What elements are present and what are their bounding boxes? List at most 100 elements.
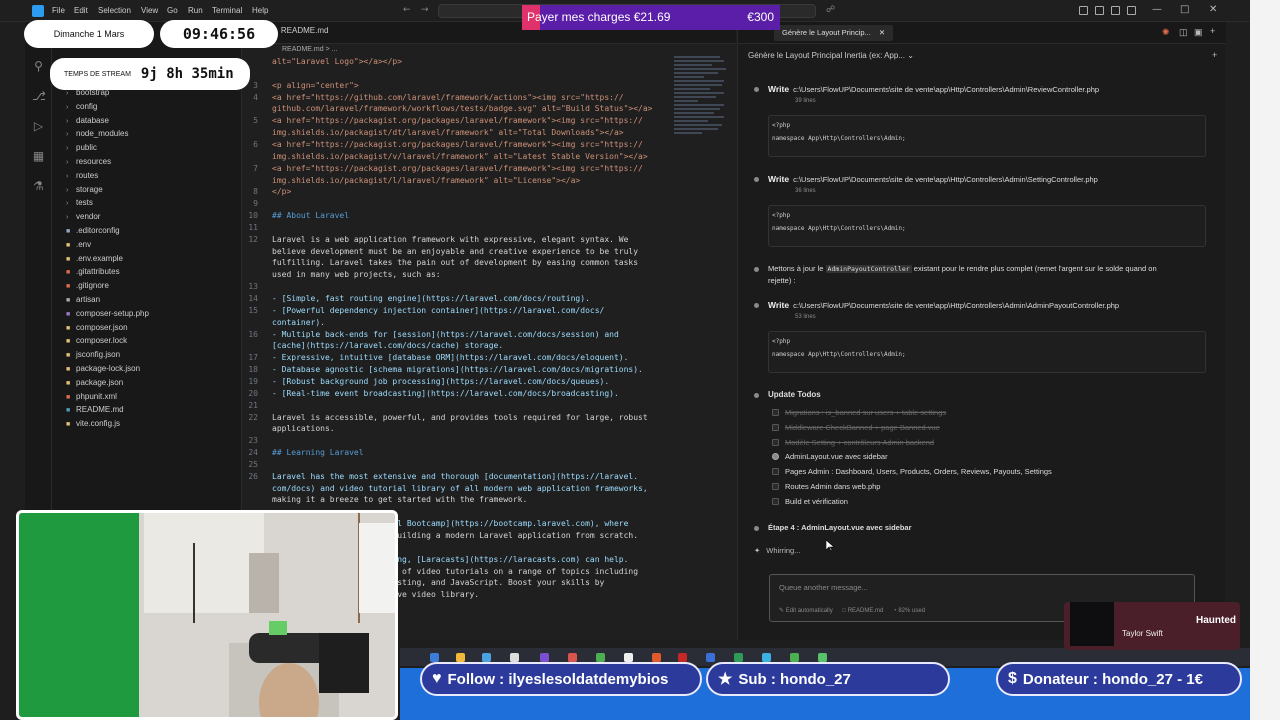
- todo-item[interactable]: Modèle Setting + contrôleurs Admin backe…: [772, 438, 934, 447]
- testing-icon[interactable]: ⚗: [32, 180, 45, 193]
- explorer-folder[interactable]: › tests: [52, 196, 242, 209]
- todo-item[interactable]: AdminLayout.vue avec sidebar: [772, 452, 888, 461]
- code-line[interactable]: 20 - [Real-time event broadcasting](https…: [242, 388, 672, 400]
- code-line[interactable]: 3 <p align="center">: [242, 80, 672, 92]
- explorer-folder[interactable]: › resources: [52, 155, 242, 168]
- code-line[interactable]: 17 - Expressive, intuitive [database ORM]…: [242, 352, 672, 364]
- explorer-file[interactable]: ■ composer.json: [52, 321, 242, 334]
- checkbox-icon[interactable]: [772, 409, 779, 416]
- explorer-file[interactable]: ■ artisan: [52, 293, 242, 306]
- taskbar-app-icon[interactable]: [734, 653, 743, 662]
- code-line[interactable]: fulfilling. Laravel takes the pain out o…: [242, 257, 672, 269]
- explorer-file[interactable]: ■ README.md: [52, 403, 242, 416]
- explorer-file[interactable]: ■ .editorconfig: [52, 224, 242, 237]
- layout-customize-icon[interactable]: [1079, 6, 1088, 15]
- explorer-folder[interactable]: › routes: [52, 169, 242, 182]
- todo-item[interactable]: Middleware CheckBanned + page Banned.vue: [772, 423, 940, 432]
- taskbar-app-icon[interactable]: [596, 653, 605, 662]
- explorer-file[interactable]: ■ jsconfig.json: [52, 348, 242, 361]
- code-line[interactable]: 11: [242, 222, 672, 234]
- spark-icon[interactable]: ✺: [1162, 27, 1170, 38]
- code-line[interactable]: img.shields.io/packagist/l/laravel/frame…: [242, 175, 672, 187]
- code-line[interactable]: applications.: [242, 423, 672, 435]
- extensions-icon[interactable]: ▦: [32, 150, 45, 163]
- explorer-folder[interactable]: › public: [52, 141, 242, 154]
- code-line[interactable]: 15 - [Powerful dependency injection conta…: [242, 305, 672, 317]
- menu-help[interactable]: Help: [252, 6, 268, 15]
- taskbar-app-icon[interactable]: [568, 653, 577, 662]
- explorer-file[interactable]: ■ package-lock.json: [52, 362, 242, 375]
- menu-run[interactable]: Run: [188, 6, 203, 15]
- edit-mode-icon[interactable]: ✎: [779, 608, 784, 614]
- code-line[interactable]: 18 - Database agnostic [schema migrations…: [242, 364, 672, 376]
- write-title-1[interactable]: Write c:\Users\FlowUP\Documents\site de v…: [768, 84, 1099, 94]
- menu-selection[interactable]: Selection: [98, 6, 131, 15]
- code-line[interactable]: 21: [242, 400, 672, 412]
- explorer-folder[interactable]: › node_modules: [52, 127, 242, 140]
- menu-go[interactable]: Go: [167, 6, 178, 15]
- minimap[interactable]: [674, 54, 728, 214]
- code-line[interactable]: img.shields.io/packagist/v/laravel/frame…: [242, 151, 672, 163]
- code-line[interactable]: 6 <a href="https://packagist.org/packages…: [242, 139, 672, 151]
- menu-terminal[interactable]: Terminal: [212, 6, 242, 15]
- file-context-label[interactable]: README.md: [848, 608, 884, 614]
- code-line[interactable]: 26 Laravel has the most extensive and tho…: [242, 471, 672, 483]
- checkbox-icon[interactable]: [772, 497, 779, 505]
- add-chat-icon[interactable]: +: [1210, 26, 1215, 36]
- explorer-folder[interactable]: › config: [52, 100, 242, 113]
- code-line[interactable]: 24 ## Learning Laravel: [242, 447, 672, 459]
- explorer-file[interactable]: ■ vite.config.js: [52, 417, 242, 430]
- chat-tab-active[interactable]: Génère le Layout Princip... ✕: [774, 25, 894, 41]
- minimize-icon[interactable]: —: [1152, 4, 1162, 15]
- code-line[interactable]: 9: [242, 198, 672, 210]
- close-tab-icon[interactable]: ✕: [879, 28, 885, 37]
- code-line[interactable]: 23: [242, 435, 672, 447]
- todo-item[interactable]: Migrations : is_banned sur users + table…: [772, 408, 946, 417]
- code-line[interactable]: 22 Laravel is accessible, powerful, and p…: [242, 412, 672, 424]
- code-line[interactable]: [242, 68, 672, 80]
- taskbar-app-icon[interactable]: [818, 653, 827, 662]
- code-line[interactable]: 8 </p>: [242, 186, 672, 198]
- explorer-file[interactable]: ■ package.json: [52, 376, 242, 389]
- checkbox-icon[interactable]: [772, 468, 779, 476]
- taskbar-app-icon[interactable]: [540, 653, 549, 662]
- code-line[interactable]: 19 - [Robust background job processing](h…: [242, 376, 672, 388]
- explorer-file[interactable]: ■ composer-setup.php: [52, 307, 242, 320]
- run-debug-icon[interactable]: ▷: [32, 120, 45, 133]
- split-icon[interactable]: ◫: [1179, 27, 1188, 38]
- breadcrumb[interactable]: README.md > ...: [282, 46, 337, 53]
- toggle-secondary-sidebar-icon[interactable]: [1127, 6, 1136, 15]
- chat-input-placeholder[interactable]: Queue another message...: [779, 583, 868, 592]
- taskbar-app-icon[interactable]: [790, 653, 799, 662]
- explorer-folder[interactable]: › vendor: [52, 210, 242, 223]
- checkbox-icon[interactable]: [772, 438, 779, 446]
- code-line[interactable]: container).: [242, 317, 672, 329]
- code-line[interactable]: 7 <a href="https://packagist.org/packages…: [242, 163, 672, 175]
- todo-item[interactable]: Pages Admin : Dashboard, Users, Products…: [772, 467, 1052, 476]
- menu-view[interactable]: View: [141, 6, 158, 15]
- menu-edit[interactable]: Edit: [74, 6, 88, 15]
- lock-icon[interactable]: ▣: [1194, 27, 1203, 38]
- code-line[interactable]: img.shields.io/packagist/dt/laravel/fram…: [242, 127, 672, 139]
- edit-mode-label[interactable]: Edit automatically: [786, 608, 833, 614]
- explorer-folder[interactable]: › storage: [52, 183, 242, 196]
- write-code-2[interactable]: <?php namespace App\Http\Controllers\Adm…: [768, 205, 1206, 247]
- code-line[interactable]: 25: [242, 459, 672, 471]
- explorer-file[interactable]: ■ .gitattributes: [52, 265, 242, 278]
- taskbar-app-icon[interactable]: [430, 653, 439, 662]
- code-line[interactable]: believe development must be an enjoyable…: [242, 246, 672, 258]
- forward-arrow-icon[interactable]: →: [421, 5, 429, 15]
- code-line[interactable]: alt="Laravel Logo"></a></p>: [242, 56, 672, 68]
- taskbar-app-icon[interactable]: [482, 653, 491, 662]
- code-line[interactable]: com/docs) and video tutorial library of …: [242, 483, 672, 495]
- checkbox-icon[interactable]: [772, 483, 779, 490]
- maximize-icon[interactable]: □: [1180, 4, 1189, 15]
- taskbar-app-icon[interactable]: [652, 653, 661, 662]
- code-line[interactable]: 10 ## About Laravel: [242, 210, 672, 222]
- code-line[interactable]: 14 - [Simple, fast routing engine](https:…: [242, 293, 672, 305]
- todo-item[interactable]: Build et vérification: [772, 497, 848, 506]
- write-title-3[interactable]: Write c:\Users\FlowUP\Documents\site de v…: [768, 300, 1119, 310]
- code-line[interactable]: 5 <a href="https://packagist.org/packages…: [242, 115, 672, 127]
- code-line[interactable]: 13: [242, 281, 672, 293]
- checkbox-icon[interactable]: [772, 453, 779, 461]
